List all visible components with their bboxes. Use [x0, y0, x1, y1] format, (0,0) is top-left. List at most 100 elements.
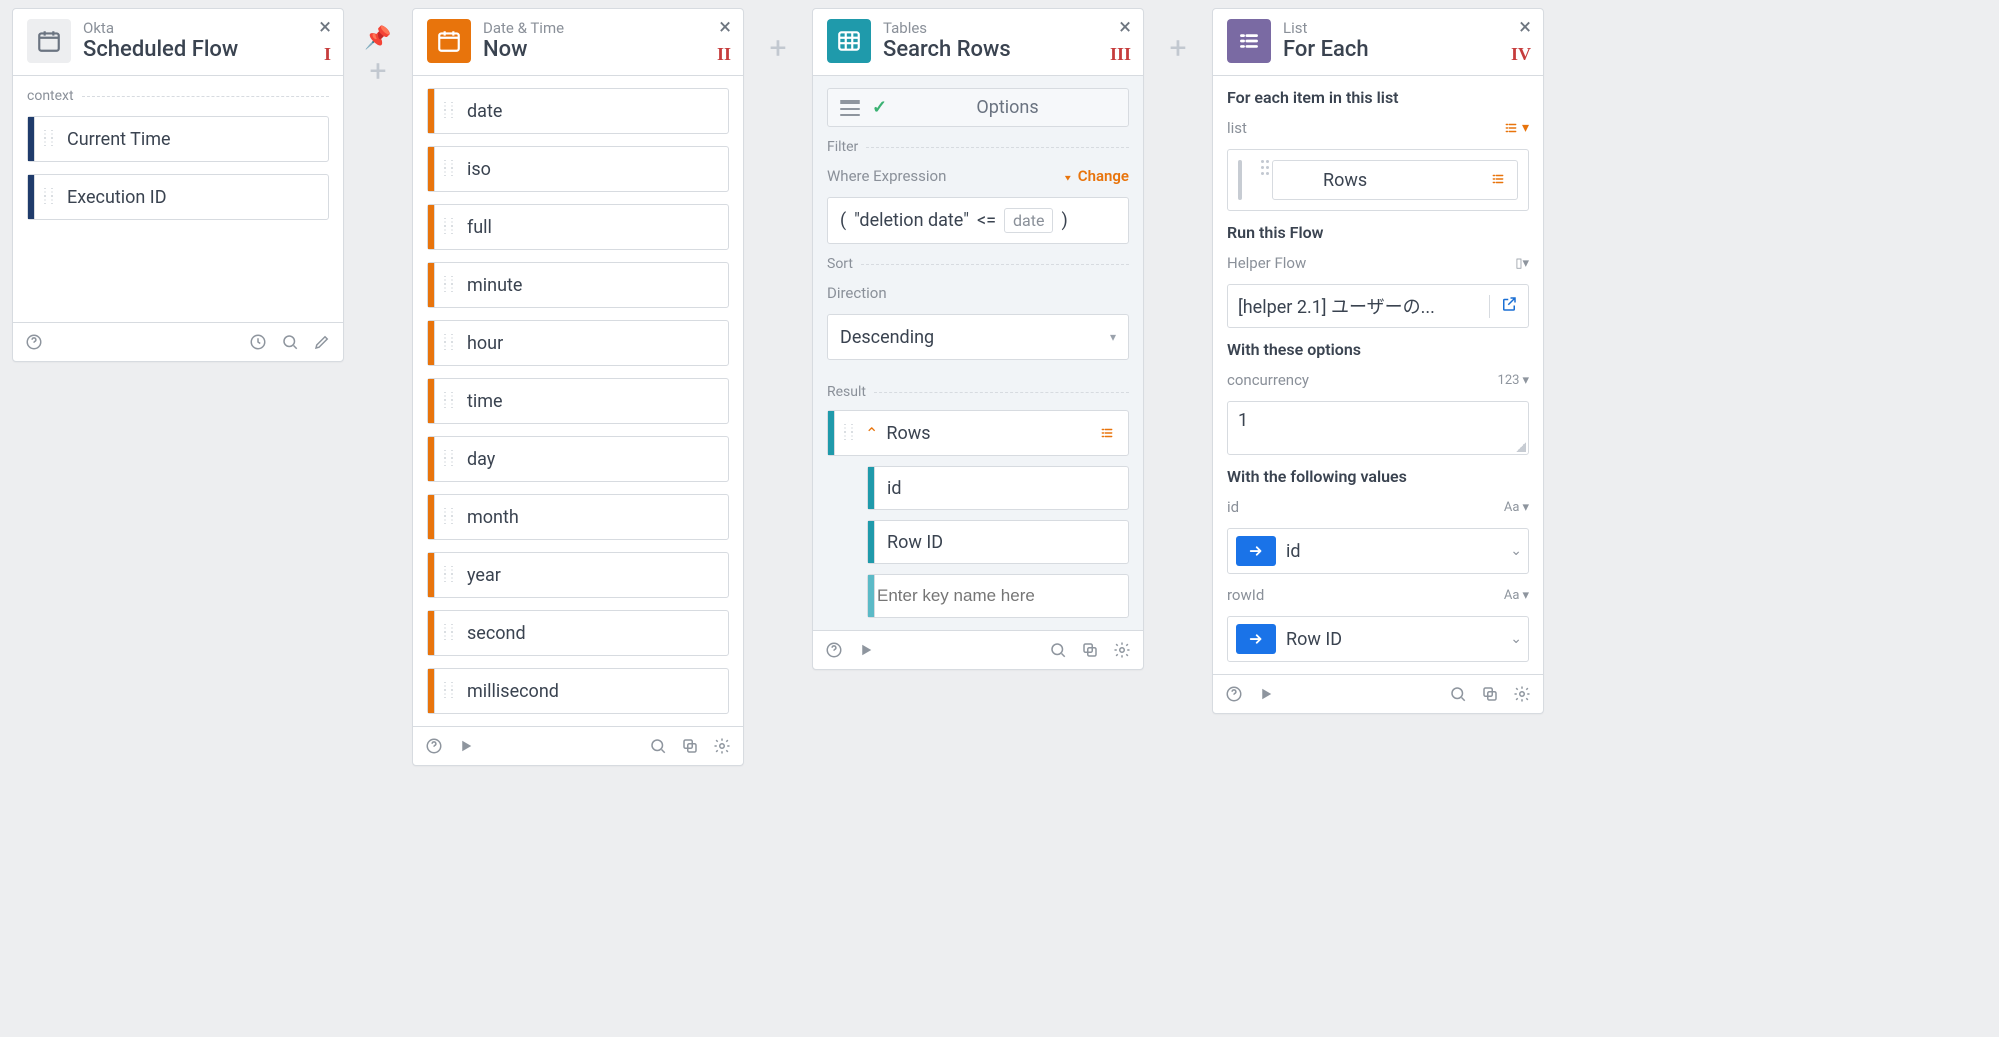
step-number: II	[717, 44, 731, 65]
arrow-right-icon	[1236, 536, 1276, 566]
expr-variable-tag[interactable]: date	[1004, 208, 1053, 233]
play-icon[interactable]	[457, 737, 475, 755]
chevron-down-icon: ▾	[1110, 330, 1116, 344]
drag-handle-icon[interactable]	[435, 685, 459, 697]
options-button[interactable]: ✓ Options	[827, 88, 1129, 127]
gear-icon[interactable]	[713, 737, 731, 755]
section-run-header: Run this Flow	[1227, 223, 1529, 242]
calendar-icon	[27, 19, 71, 63]
drag-handle-icon[interactable]	[435, 221, 459, 233]
close-icon[interactable]: ×	[1519, 17, 1531, 39]
output-iso[interactable]: iso	[427, 146, 729, 192]
add-card-icon[interactable]: +	[769, 34, 786, 64]
drag-handle-icon[interactable]	[435, 511, 459, 523]
output-day[interactable]: day	[427, 436, 729, 482]
drag-handle-icon[interactable]	[435, 163, 459, 175]
copy-icon[interactable]	[1481, 685, 1499, 703]
list-type-icon[interactable]	[1098, 426, 1116, 440]
arrow-right-icon	[1236, 624, 1276, 654]
where-expression-label: Where Expression Change	[827, 167, 1129, 185]
type-number-icon[interactable]: 123▾	[1498, 373, 1529, 388]
help-icon[interactable]	[425, 737, 443, 755]
output-second[interactable]: second	[427, 610, 729, 656]
calendar-icon	[427, 19, 471, 63]
value-id-slot[interactable]: id ⌄	[1227, 528, 1529, 574]
help-icon[interactable]	[25, 333, 43, 351]
direction-select[interactable]: Descending ▾	[827, 314, 1129, 360]
list-input-slot[interactable]: Rows	[1227, 149, 1529, 211]
card-category: Tables	[883, 19, 1129, 37]
key-name-input[interactable]	[875, 585, 1128, 607]
chevron-up-icon[interactable]: ⌃	[859, 424, 878, 443]
value-rowid-slot[interactable]: Row ID ⌄	[1227, 616, 1529, 662]
output-execution-id[interactable]: Execution ID	[27, 174, 329, 220]
type-flow-icon[interactable]: ▯▾	[1515, 256, 1529, 271]
card-header: Okta Scheduled Flow × I	[13, 9, 343, 76]
output-hour[interactable]: hour	[427, 320, 729, 366]
card-header: Tables Search Rows × III	[813, 9, 1143, 76]
open-flow-icon[interactable]	[1489, 295, 1518, 318]
card-title: Scheduled Flow	[83, 37, 329, 63]
card-header: Date & Time Now × II	[413, 9, 743, 76]
copy-icon[interactable]	[1081, 641, 1099, 659]
value-id-label: id Aa▾	[1227, 498, 1529, 516]
output-rows[interactable]: ⌃ Rows	[827, 410, 1129, 456]
search-icon[interactable]	[281, 333, 299, 351]
output-month[interactable]: month	[427, 494, 729, 540]
output-minute[interactable]: minute	[427, 262, 729, 308]
search-icon[interactable]	[1049, 641, 1067, 659]
close-icon[interactable]: ×	[719, 17, 731, 39]
drag-handle-icon[interactable]	[435, 105, 459, 117]
add-card-icon[interactable]: +	[369, 57, 386, 87]
card-title: For Each	[1283, 37, 1529, 63]
output-full[interactable]: full	[427, 204, 729, 250]
output-time[interactable]: time	[427, 378, 729, 424]
drag-handle-icon[interactable]	[35, 191, 59, 203]
edit-icon[interactable]	[313, 333, 331, 351]
drag-handle-icon[interactable]	[835, 427, 859, 439]
list-type-icon	[1489, 170, 1507, 191]
pin-icon[interactable]: 📌	[364, 26, 391, 51]
output-year[interactable]: year	[427, 552, 729, 598]
drag-handle-icon[interactable]	[1252, 160, 1272, 200]
gear-icon[interactable]	[1513, 685, 1531, 703]
drag-handle-icon[interactable]	[435, 395, 459, 407]
play-icon[interactable]	[1257, 685, 1275, 703]
card-footer	[813, 630, 1143, 669]
help-icon[interactable]	[1225, 685, 1243, 703]
drag-handle-icon[interactable]	[435, 453, 459, 465]
search-icon[interactable]	[1449, 685, 1467, 703]
drag-handle-icon[interactable]	[435, 337, 459, 349]
drag-handle-icon[interactable]	[435, 279, 459, 291]
card-footer	[413, 726, 743, 765]
chevron-down-icon[interactable]: ⌄	[1510, 631, 1522, 647]
output-millisecond[interactable]: millisecond	[427, 668, 729, 714]
output-date[interactable]: date	[427, 88, 729, 134]
chevron-down-icon[interactable]: ⌄	[1510, 543, 1522, 559]
change-link[interactable]: Change	[1063, 167, 1129, 185]
add-card-icon[interactable]: +	[1169, 34, 1186, 64]
output-rows-id[interactable]: id	[867, 466, 1129, 510]
gear-icon[interactable]	[1113, 641, 1131, 659]
close-icon[interactable]: ×	[319, 17, 331, 39]
drag-handle-icon[interactable]	[435, 569, 459, 581]
card-okta-scheduled-flow: Okta Scheduled Flow × I context Current …	[12, 8, 344, 362]
drag-handle-icon[interactable]	[35, 133, 59, 145]
where-expression-box[interactable]: ( "deletion date" <= date )	[827, 197, 1129, 244]
table-icon	[1283, 165, 1313, 195]
type-text-icon[interactable]: Aa▾	[1504, 500, 1529, 515]
search-icon[interactable]	[649, 737, 667, 755]
type-text-icon[interactable]: Aa▾	[1504, 588, 1529, 603]
add-key-input[interactable]	[867, 574, 1129, 618]
type-list-icon[interactable]: ▾	[1502, 120, 1529, 136]
drag-handle-icon[interactable]	[435, 627, 459, 639]
clock-icon[interactable]	[249, 333, 267, 351]
copy-icon[interactable]	[681, 737, 699, 755]
help-icon[interactable]	[825, 641, 843, 659]
helper-flow-ref[interactable]: [helper 2.1] ユーザーの...	[1227, 284, 1529, 328]
output-rows-rowid[interactable]: Row ID	[867, 520, 1129, 564]
play-icon[interactable]	[857, 641, 875, 659]
concurrency-input[interactable]: 1	[1227, 401, 1529, 455]
close-icon[interactable]: ×	[1119, 17, 1131, 39]
output-current-time[interactable]: Current Time	[27, 116, 329, 162]
